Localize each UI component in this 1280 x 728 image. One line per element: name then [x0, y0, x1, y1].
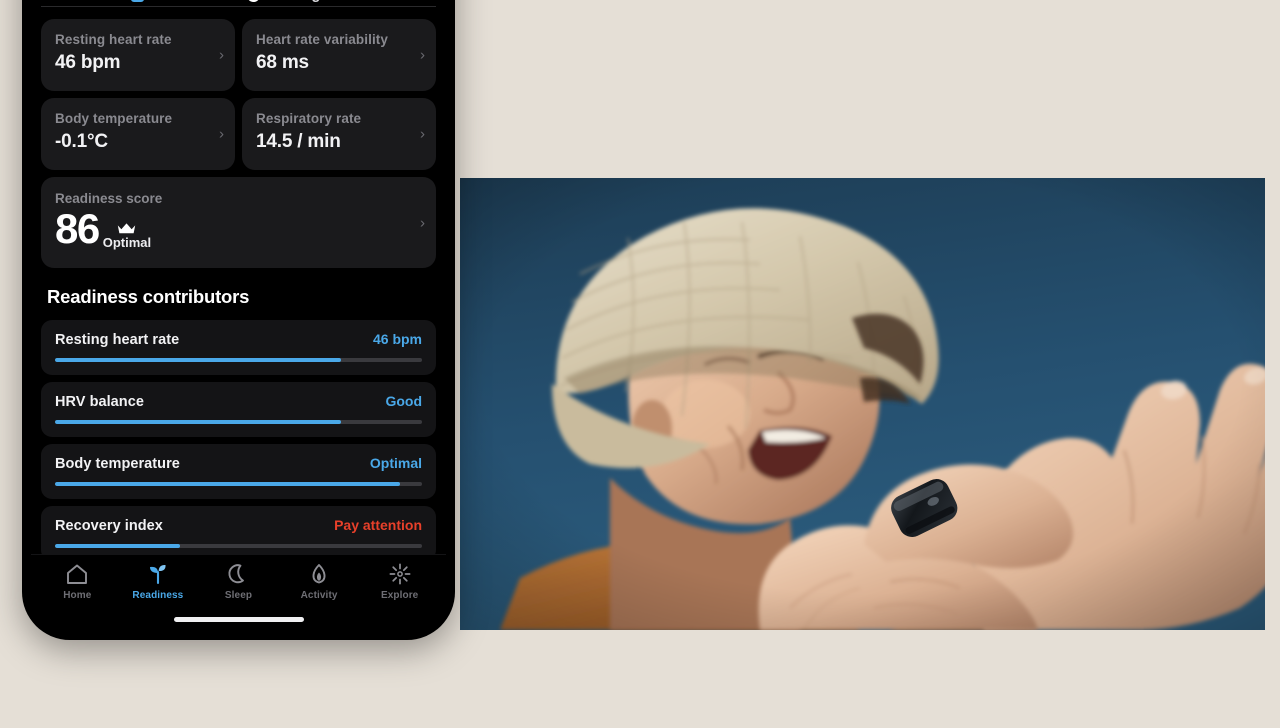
moon-icon	[228, 564, 245, 584]
sunburst-icon	[389, 563, 411, 585]
home-icon	[67, 564, 88, 584]
metric-value: 14.5 / min	[256, 131, 341, 152]
readiness-score-value: 86	[55, 205, 100, 252]
contributors-heading: Readiness contributors	[47, 286, 250, 307]
contributor-progress-fill	[55, 482, 400, 486]
metric-value: 46 bpm	[55, 52, 121, 73]
metric-label: Heart rate variability	[256, 32, 389, 47]
legend-item-readiness: Readiness	[131, 0, 225, 3]
metric-label: Body temperature	[55, 111, 173, 126]
metric-card-heart-rate-variability[interactable]: Heart rate variability 68 ms ›	[242, 19, 436, 91]
contributor-header: Body temperature Optimal	[55, 455, 422, 472]
readiness-score-card[interactable]: Readiness score 86 Optimal ›	[41, 177, 436, 268]
home-indicator[interactable]	[31, 603, 446, 631]
hero-photo	[460, 178, 1265, 630]
contributor-name: Resting heart rate	[55, 332, 180, 348]
contributor-header: HRV balance Good	[55, 393, 422, 410]
tab-label: Sleep	[224, 590, 253, 601]
tab-label: Explore	[380, 590, 419, 601]
readiness-score-badge: Optimal	[103, 222, 151, 250]
contributor-progress-track	[55, 544, 422, 548]
contributor-value: Good	[385, 393, 422, 409]
contributor-row-recovery-index[interactable]: Recovery index Pay attention	[41, 506, 436, 554]
chevron-right-icon: ›	[219, 125, 224, 143]
contributor-value: Optimal	[369, 455, 422, 471]
readiness-score-label: Readiness score	[55, 191, 163, 206]
contributor-header: Recovery index Pay attention	[55, 517, 422, 534]
contributor-progress-fill	[55, 358, 342, 362]
tab-label: Activity	[300, 590, 338, 601]
phone-screen: Readiness Resting HR Resting heart rate …	[31, 0, 446, 631]
contributor-progress-track	[55, 358, 422, 362]
metric-value: -0.1°C	[55, 131, 108, 152]
metric-card-resting-heart-rate[interactable]: Resting heart rate 46 bpm ›	[41, 19, 235, 91]
chevron-right-icon: ›	[420, 214, 425, 231]
readiness-swatch-icon	[131, 0, 145, 2]
chevron-right-icon: ›	[219, 46, 224, 64]
contributor-name: Recovery index	[55, 518, 163, 534]
bottom-tab-bar[interactable]: Home Readiness Sleep Activity Explore	[31, 554, 446, 603]
readiness-content[interactable]: Resting heart rate 46 bpm › Heart rate v…	[31, 7, 446, 554]
metric-card-respiratory-rate[interactable]: Respiratory rate 14.5 / min ›	[242, 98, 436, 170]
hero-photo-illustration	[460, 178, 1265, 630]
chevron-right-icon: ›	[420, 46, 425, 64]
contributor-progress-fill	[55, 544, 180, 548]
contributor-name: HRV balance	[55, 394, 144, 410]
flame-icon	[312, 564, 326, 584]
resting-hr-swatch-icon	[246, 0, 260, 2]
contributor-value: 46 bpm	[372, 331, 422, 347]
contributor-row-body-temperature[interactable]: Body temperature Optimal	[41, 444, 436, 499]
contributor-row-hrv-balance[interactable]: HRV balance Good	[41, 382, 436, 437]
chevron-right-icon: ›	[420, 125, 425, 143]
tab-label: Home	[63, 590, 92, 601]
home-indicator-bar	[173, 617, 304, 622]
tab-activity[interactable]: Activity	[279, 563, 360, 601]
metric-card-body-temperature[interactable]: Body temperature -0.1°C ›	[41, 98, 235, 170]
contributor-header: Resting heart rate 46 bpm	[55, 331, 422, 348]
contributor-name: Body temperature	[55, 456, 180, 472]
contributor-row-resting-heart-rate[interactable]: Resting heart rate 46 bpm	[41, 320, 436, 375]
contributor-progress-track	[55, 420, 422, 424]
legend-item-resting-hr: Resting HR	[246, 0, 346, 3]
readiness-score-row: 86 Optimal	[55, 208, 422, 250]
contributor-progress-track	[55, 482, 422, 486]
legend-label-resting-hr: Resting HR	[267, 0, 346, 3]
tab-readiness[interactable]: Readiness	[118, 563, 199, 601]
contributor-progress-fill	[55, 420, 342, 424]
metric-label: Resting heart rate	[55, 32, 172, 47]
tab-sleep[interactable]: Sleep	[198, 563, 279, 601]
screenshot-stage: Readiness Resting HR Resting heart rate …	[0, 0, 1280, 728]
legend-label-readiness: Readiness	[151, 0, 224, 3]
phone-mockup: Readiness Resting HR Resting heart rate …	[22, 0, 455, 640]
tab-explore[interactable]: Explore	[359, 563, 440, 601]
tab-home[interactable]: Home	[37, 563, 118, 601]
metric-card-grid: Resting heart rate 46 bpm › Heart rate v…	[41, 19, 436, 170]
contributor-value: Pay attention	[334, 517, 422, 533]
sprout-icon	[149, 564, 166, 585]
metric-value: 68 ms	[256, 52, 309, 73]
metric-label: Respiratory rate	[256, 111, 362, 126]
readiness-score-status: Optimal	[102, 235, 152, 250]
tab-label: Readiness	[132, 590, 184, 601]
crown-icon	[118, 223, 136, 234]
